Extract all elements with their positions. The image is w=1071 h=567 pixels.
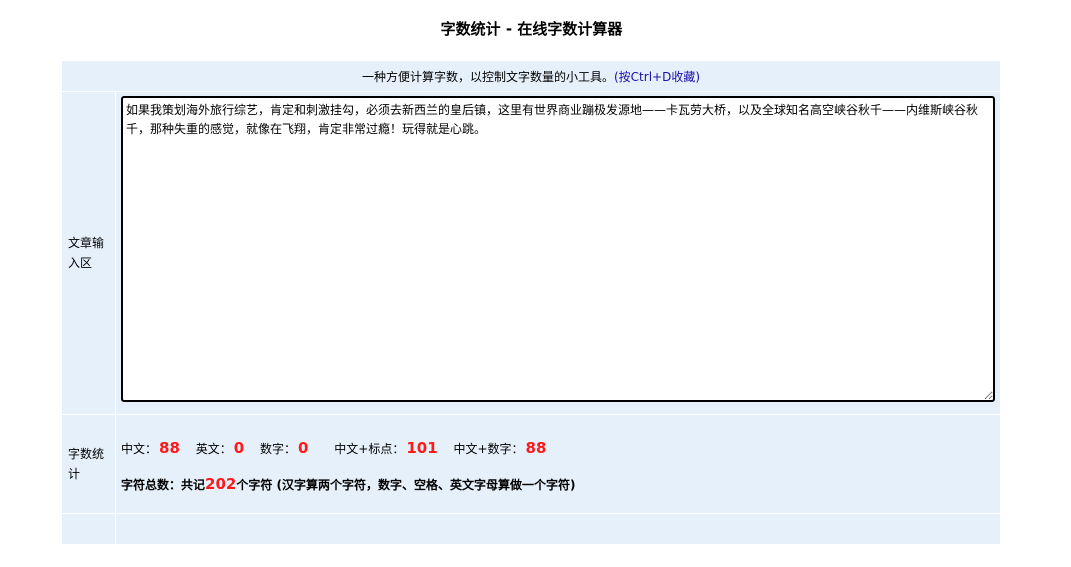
stat-chinese-value: 88 [159,439,180,457]
stat-chinese-digits-value: 88 [525,439,547,457]
stat-chinese-digits-label: 中文+数字： [453,442,524,456]
stats-label: 字数统计 [61,414,116,514]
stat-chinese-punct: 中文+标点： 101 [334,439,438,457]
intro-row: 一种方便计算字数，以控制文字数量的小工具。(按Ctrl+D收藏) [61,60,1001,92]
stats-cell: 中文： 88 英文： 0 数字： 0 中文+标点： 101 中文+数字： 88 字符总数：… [115,414,1001,514]
stat-english: 英文： 0 [195,439,245,457]
stats-total-value: 202 [205,475,237,493]
stat-chinese-label: 中文： [121,442,158,456]
stat-chinese-punct-value: 101 [406,439,438,457]
stats-total-suffix: 个字符 (汉字算两个字符，数字、空格、英文字母算做一个字符) [236,478,576,492]
intro-text: 一种方便计算字数，以控制文字数量的小工具。 [361,69,614,84]
stat-chinese-digits: 中文+数字： 88 [453,439,547,457]
footer-row [61,513,1001,545]
article-label: 文章输入区 [61,91,116,415]
footer-content-cell [115,513,1001,545]
bookmark-hint-link[interactable]: (按Ctrl+D收藏) [614,70,700,84]
intro-cell: 一种方便计算字数，以控制文字数量的小工具。(按Ctrl+D收藏) [61,60,1001,92]
page-title: 字数统计 - 在线字数计算器 [440,20,623,38]
stat-digits-value: 0 [298,439,309,457]
stat-english-label: 英文： [195,442,232,456]
stats-counts: 中文： 88 英文： 0 数字： 0 中文+标点： 101 中文+数字： 88 [121,438,999,458]
stat-english-value: 0 [233,439,245,457]
stat-chinese: 中文： 88 [121,439,180,457]
article-input[interactable]: 如果我策划海外旅行综艺，肯定和刺激挂勾，必须去新西兰的皇后镇，这里有世界商业蹦极… [121,96,995,402]
article-row: 文章输入区 如果我策划海外旅行综艺，肯定和刺激挂勾，必须去新西兰的皇后镇，这里有… [61,91,1001,415]
stat-digits-label: 数字： [260,442,297,456]
article-input-cell: 如果我策划海外旅行综艺，肯定和刺激挂勾，必须去新西兰的皇后镇，这里有世界商业蹦极… [115,91,1001,415]
footer-label-cell [61,513,116,545]
stats-total-prefix: 字符总数：共记 [121,478,206,492]
stats-row: 字数统计 中文： 88 英文： 0 数字： 0 中文+标点： 101 中文+数字： 88 … [61,414,1001,514]
stat-chinese-punct-label: 中文+标点： [334,442,405,456]
stat-digits: 数字： 0 [260,439,309,457]
stats-total: 字符总数：共记202个字符 (汉字算两个字符，数字、空格、英文字母算做一个字符) [121,474,999,495]
counter-table: 一种方便计算字数，以控制文字数量的小工具。(按Ctrl+D收藏) 文章输入区 如… [61,60,1001,545]
